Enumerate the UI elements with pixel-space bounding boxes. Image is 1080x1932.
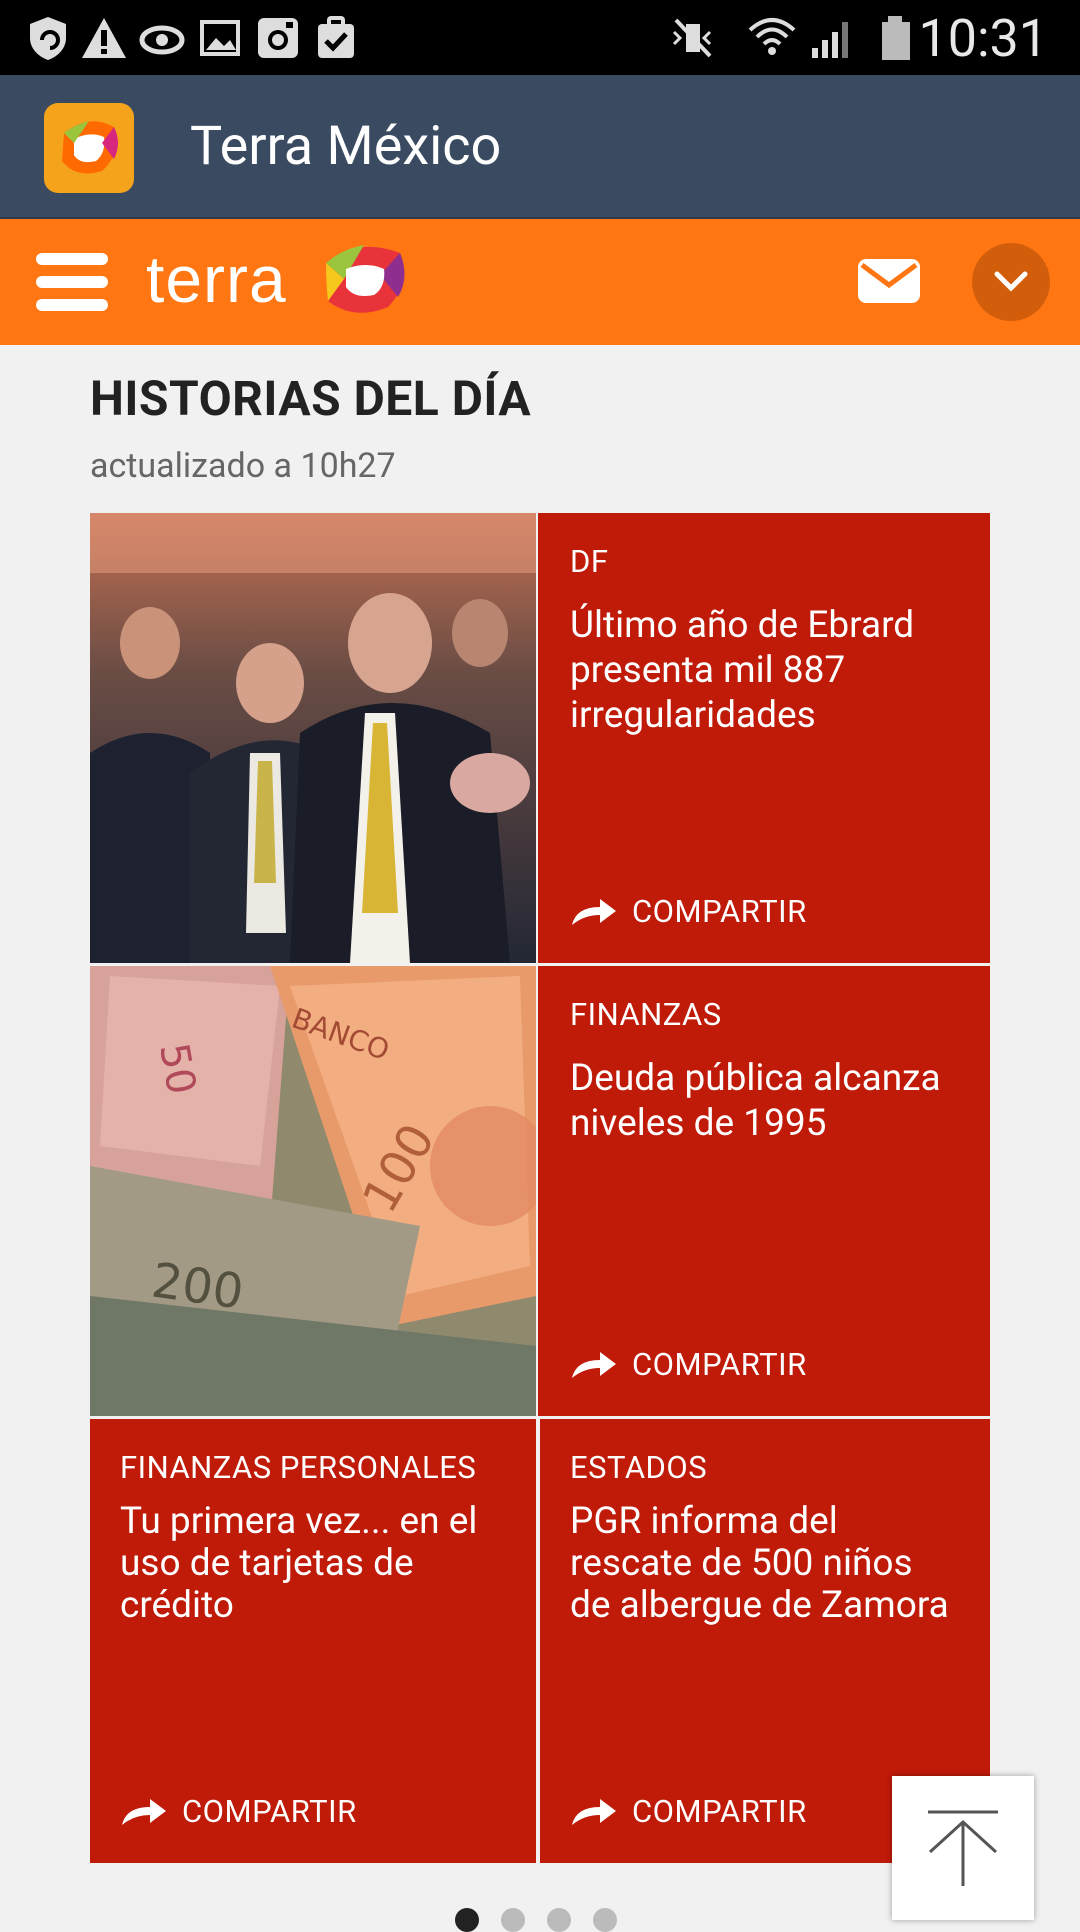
story-card-2[interactable]: FINANZAS Deuda pública alcanza niveles d…	[538, 966, 990, 1416]
story-card-1[interactable]: DF Último año de Ebrard presenta mil 887…	[538, 513, 990, 963]
mail-icon[interactable]	[856, 257, 922, 305]
signal-icon	[812, 22, 848, 58]
app-logo-icon[interactable]	[44, 103, 134, 193]
status-bar: 10:31	[0, 0, 1080, 75]
share-button[interactable]: COMPARTIR	[120, 1791, 357, 1831]
updated-timestamp: actualizado a 10h27	[90, 446, 396, 486]
story-headline[interactable]: Deuda pública alcanza niveles de 1995	[570, 1056, 962, 1146]
svg-text:50: 50	[150, 1040, 204, 1098]
clock: 10:31	[918, 8, 1049, 69]
pager-dot-3[interactable]	[547, 1908, 571, 1932]
image-icon	[200, 20, 240, 56]
story-category[interactable]: FINANZAS	[570, 996, 722, 1033]
story-headline[interactable]: Último año de Ebrard presenta mil 887 ir…	[570, 603, 962, 738]
share-label: COMPARTIR	[182, 1792, 357, 1830]
story-category[interactable]: ESTADOS	[570, 1449, 707, 1486]
story-category[interactable]: DF	[570, 543, 608, 580]
story-image-politicians[interactable]	[90, 513, 536, 963]
terra-header: terra	[0, 219, 1080, 345]
share-label: COMPARTIR	[632, 892, 807, 930]
instagram-icon	[258, 18, 298, 58]
story-image-banknotes[interactable]: 200 100 50 BANCO	[90, 966, 536, 1416]
mute-icon	[672, 18, 712, 58]
share-button[interactable]: COMPARTIR	[570, 891, 807, 931]
carousel-pager	[455, 1908, 617, 1932]
section-title: HISTORIAS DEL DÍA	[90, 370, 532, 427]
arrow-up-icon	[928, 1810, 998, 1886]
expand-dropdown-button[interactable]	[972, 243, 1050, 321]
share-arrow-icon	[572, 899, 616, 925]
share-arrow-icon	[572, 1799, 616, 1825]
hamburger-menu-icon[interactable]	[36, 253, 108, 311]
terra-logo-icon	[326, 245, 405, 313]
pager-dot-4[interactable]	[593, 1908, 617, 1932]
share-button[interactable]: COMPARTIR	[570, 1791, 807, 1831]
battery-icon	[882, 16, 910, 60]
share-label: COMPARTIR	[632, 1345, 807, 1383]
shield-sync-icon	[30, 17, 66, 60]
warning-icon	[82, 18, 126, 58]
brand-wordmark: terra	[146, 242, 287, 316]
pager-dot-1[interactable]	[455, 1908, 479, 1932]
story-headline[interactable]: Tu primera vez... en el uso de tarjetas …	[120, 1501, 508, 1627]
pager-dot-2[interactable]	[501, 1908, 525, 1932]
app-bar: Terra México	[0, 75, 1080, 219]
share-label: COMPARTIR	[632, 1792, 807, 1830]
chevron-down-icon	[994, 271, 1028, 292]
sync-icon	[139, 25, 185, 55]
share-button[interactable]: COMPARTIR	[570, 1344, 807, 1384]
story-headline[interactable]: PGR informa del rescate de 500 niños de …	[570, 1501, 962, 1627]
share-arrow-icon	[122, 1799, 166, 1825]
app-title: Terra México	[190, 115, 502, 178]
stories-grid: DF Último año de Ebrard presenta mil 887…	[90, 513, 990, 1863]
story-category[interactable]: FINANZAS PERSONALES	[120, 1449, 476, 1486]
task-icon	[318, 16, 354, 58]
scroll-to-top-button[interactable]	[892, 1776, 1034, 1920]
share-arrow-icon	[572, 1352, 616, 1378]
story-card-3[interactable]: FINANZAS PERSONALES Tu primera vez... en…	[90, 1419, 536, 1863]
wifi-icon	[748, 18, 796, 55]
